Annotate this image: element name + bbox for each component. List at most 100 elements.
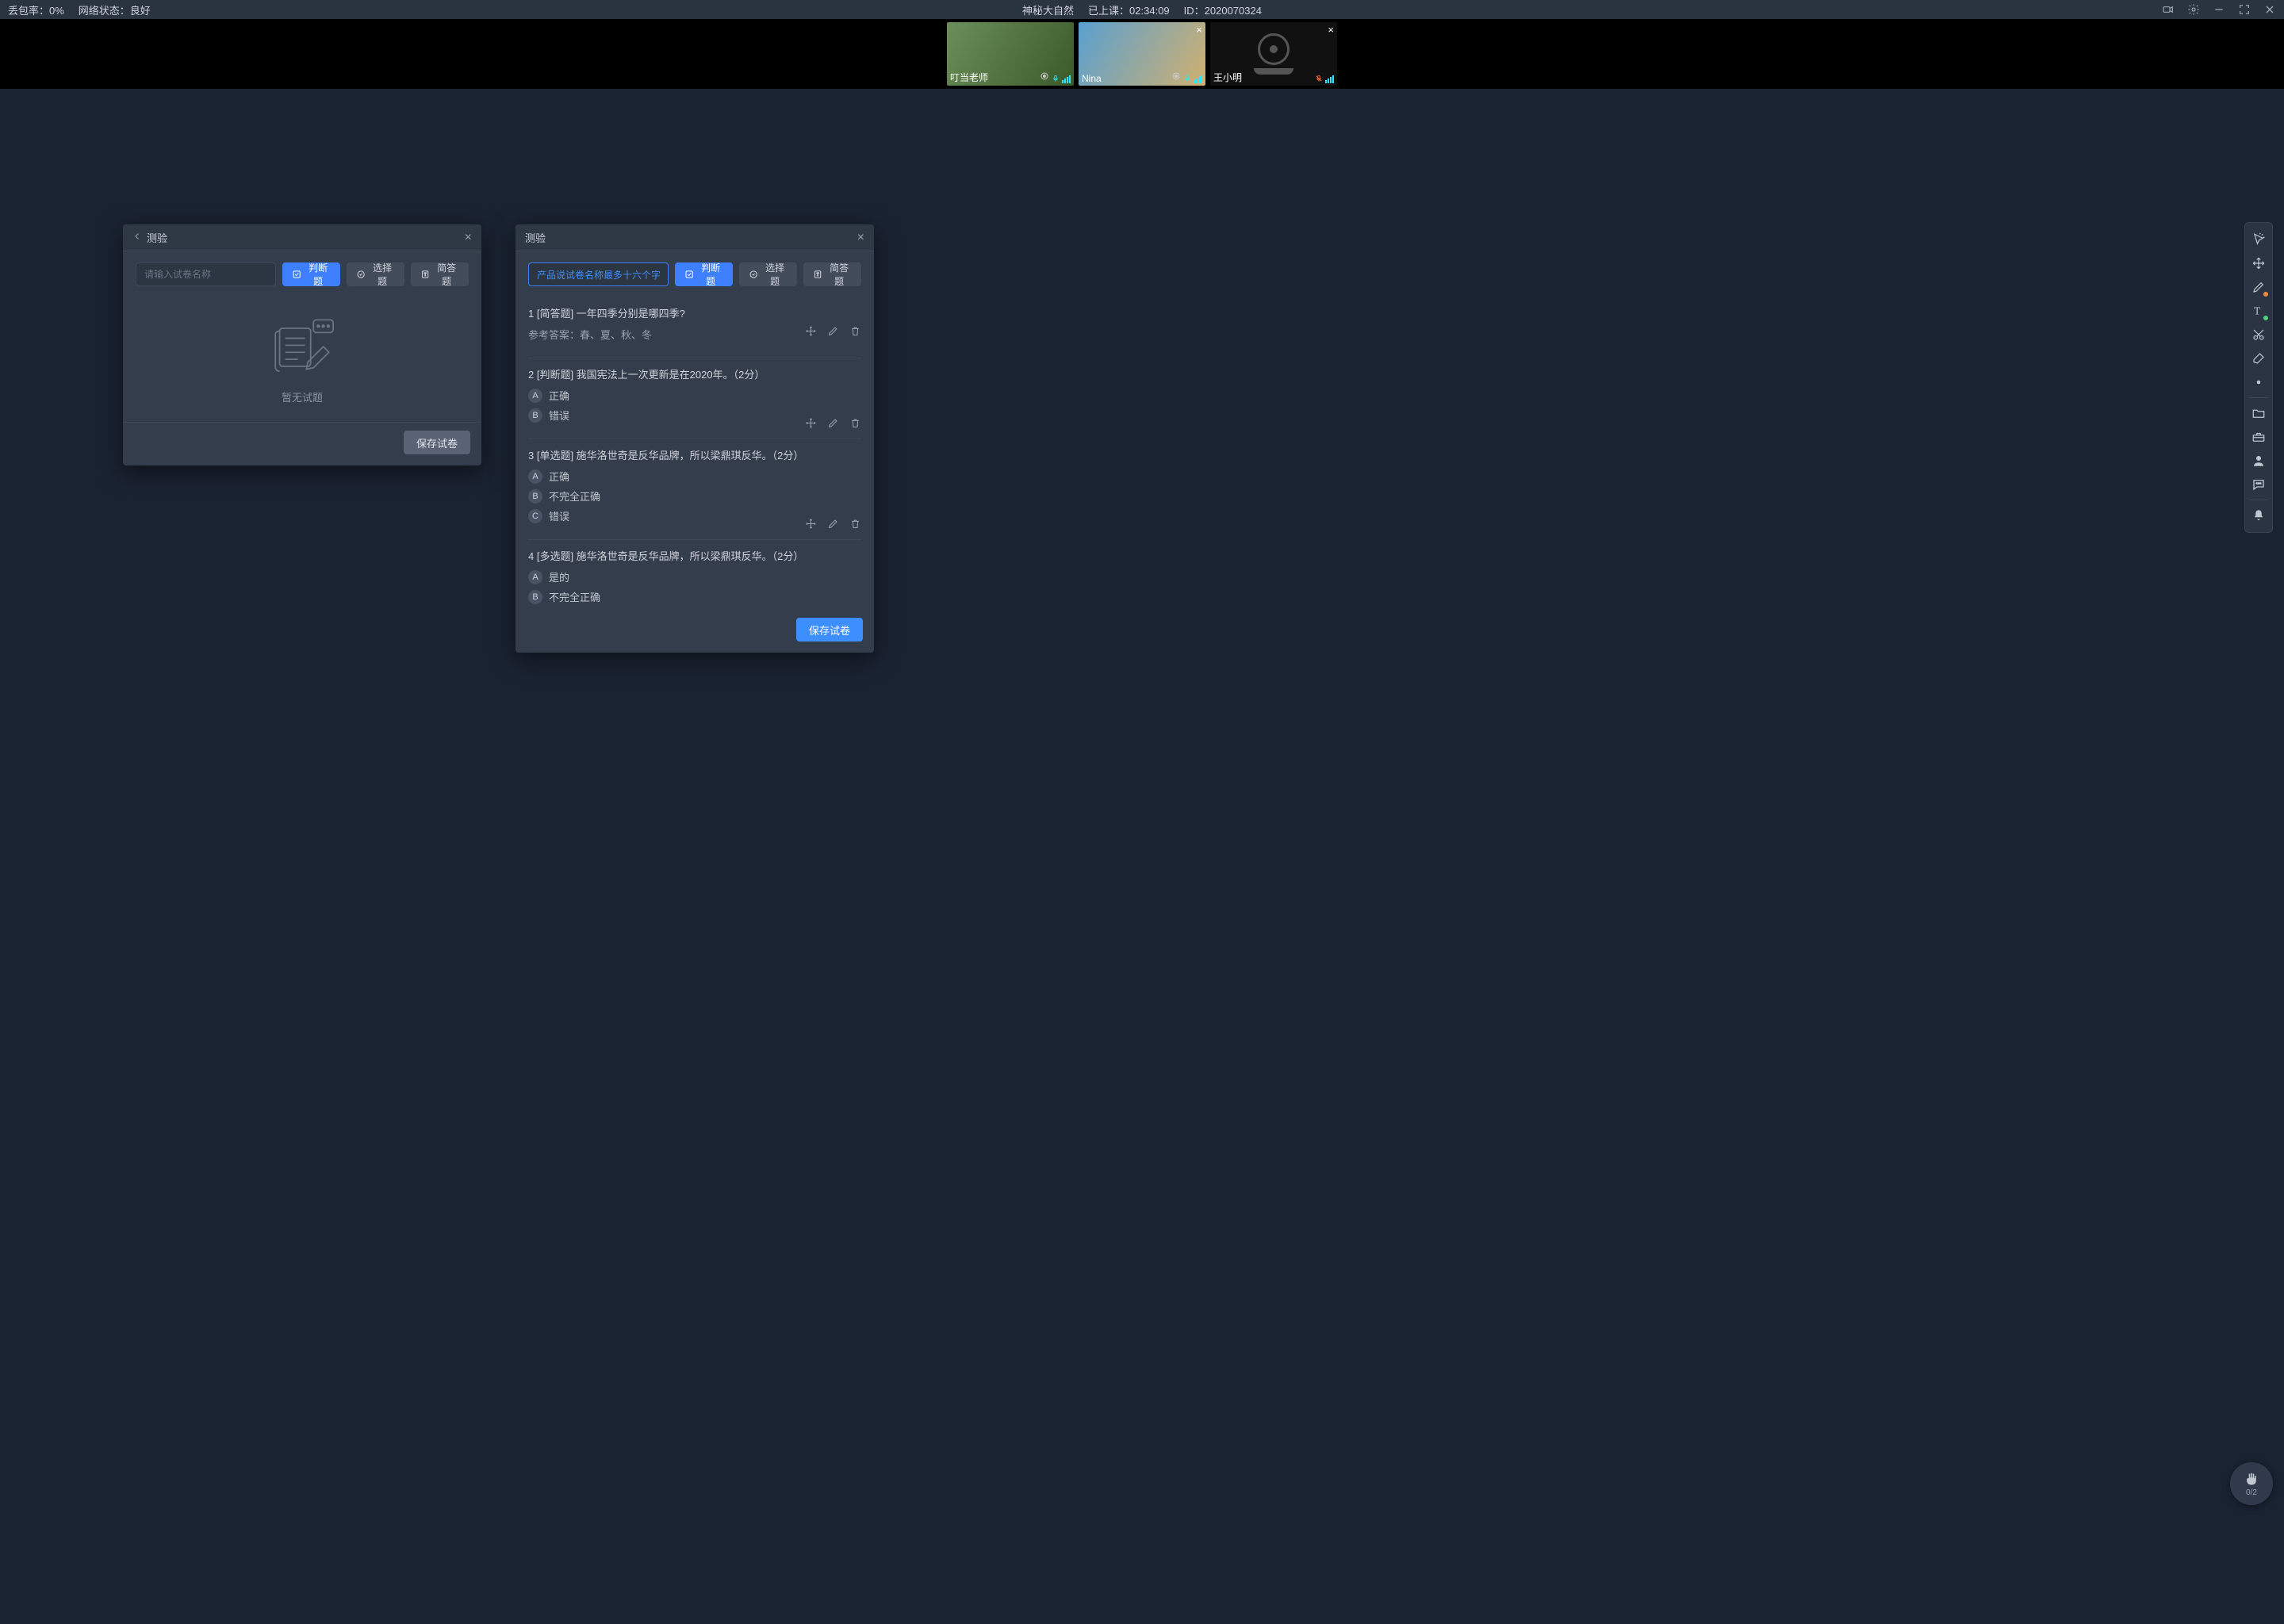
signal-icon: [1194, 75, 1202, 83]
add-choice-button[interactable]: 选择题: [347, 262, 404, 286]
text-tool-icon[interactable]: T: [2248, 300, 2270, 322]
option-text: 不完全正确: [549, 488, 600, 504]
participant-name: 叮当老师: [950, 71, 988, 84]
settings-icon[interactable]: [2187, 3, 2200, 16]
video-tile[interactable]: × Nina: [1079, 22, 1205, 86]
question-option[interactable]: A是的: [528, 569, 861, 584]
chat-icon[interactable]: [2248, 473, 2270, 496]
record-icon: [1040, 71, 1049, 83]
video-tiles-row: 叮当老师 × Nina × 王小明: [0, 19, 2284, 89]
question-option[interactable]: C错译: [528, 609, 861, 610]
hand-raise-button[interactable]: 0/2: [2230, 1462, 2273, 1505]
delete-icon[interactable]: [849, 324, 861, 337]
edit-icon[interactable]: [826, 416, 839, 429]
question-item: 3 [单选题] 施华洛世奇是反华品牌，所以梁鼎琪反华。（2分） A 正确 B 不完全正确…: [528, 439, 861, 540]
question-item: 1 [简答题] 一年四季分别是哪四季?参考答案：春、夏、秋、冬: [528, 297, 861, 358]
question-title: 2 [判断题] 我国宪法上一次更新是在2020年。（2分）: [528, 366, 861, 381]
move-icon[interactable]: [804, 416, 817, 429]
question-option[interactable]: B 不完全正确: [528, 589, 861, 604]
toolbox-icon[interactable]: [2248, 426, 2270, 448]
option-letter: C: [528, 610, 542, 611]
option-letter: A: [528, 389, 542, 403]
svg-text:T: T: [817, 273, 820, 278]
cut-tool-icon[interactable]: [2248, 324, 2270, 346]
move-tool-icon[interactable]: [2248, 252, 2270, 274]
question-title: 3 [单选题] 施华洛世奇是反华品牌，所以梁鼎琪反华。（2分）: [528, 447, 861, 462]
elapsed-time: 已上课：02:34:09: [1088, 2, 1170, 17]
course-title: 神秘大自然: [1022, 2, 1074, 17]
network-status-label: 网络状态：良好: [79, 2, 151, 17]
signal-icon: [1062, 75, 1071, 83]
option-text: 不完全正确: [549, 589, 600, 604]
folder-icon[interactable]: [2248, 402, 2270, 424]
question-option[interactable]: A 正确: [528, 469, 861, 484]
question-list: 1 [简答题] 一年四季分别是哪四季?参考答案：春、夏、秋、冬 2 [判断题] 我…: [515, 297, 874, 610]
quiz-panel-filled: 测验 × 判断题 选择题 T 简答题 1 [简答题] 一年四季分别是哪四季?参考…: [515, 224, 874, 653]
option-text: 正确: [549, 469, 569, 484]
question-actions: [804, 324, 861, 337]
question-option[interactable]: A 正确: [528, 388, 861, 403]
cursor-tool-icon[interactable]: [2248, 228, 2270, 251]
save-paper-button[interactable]: 保存试卷: [404, 431, 470, 454]
question-title: 1 [简答题] 一年四季分别是哪四季?: [528, 305, 861, 320]
panel-title: 测验: [147, 230, 167, 245]
move-icon[interactable]: [804, 517, 817, 530]
pen-tool-icon[interactable]: [2248, 276, 2270, 298]
svg-text:T: T: [2254, 305, 2261, 317]
minimize-icon[interactable]: [2213, 3, 2225, 16]
option-letter: B: [528, 489, 542, 504]
back-icon[interactable]: [132, 232, 142, 243]
close-icon[interactable]: ×: [1328, 24, 1334, 36]
participant-name: Nina: [1082, 73, 1102, 84]
option-text: 是的: [549, 569, 569, 584]
add-choice-button[interactable]: 选择题: [739, 262, 797, 286]
session-id: ID：2020070324: [1184, 2, 1262, 17]
fullscreen-icon[interactable]: [2238, 3, 2251, 16]
mic-icon: [1052, 74, 1060, 83]
edit-icon[interactable]: [826, 324, 839, 337]
eraser-tool-icon[interactable]: [2248, 347, 2270, 370]
save-paper-button[interactable]: 保存试卷: [796, 618, 863, 642]
add-short-answer-button[interactable]: T 简答题: [803, 262, 861, 286]
paper-name-input[interactable]: [528, 262, 669, 286]
option-text: 错误: [549, 508, 569, 523]
panel-title: 测验: [525, 230, 546, 245]
record-icon: [1171, 71, 1181, 83]
delete-icon[interactable]: [849, 416, 861, 429]
option-letter: B: [528, 590, 542, 604]
camera-toggle-icon[interactable]: [2162, 3, 2175, 16]
close-icon[interactable]: ×: [465, 231, 472, 245]
question-actions: [804, 517, 861, 530]
mic-icon: [1183, 74, 1191, 83]
participant-name: 王小明: [1213, 71, 1242, 84]
laser-dot-tool-icon[interactable]: [2248, 371, 2270, 393]
edit-icon[interactable]: [826, 517, 839, 530]
option-text: 正确: [549, 388, 569, 403]
bell-icon[interactable]: [2248, 504, 2270, 527]
status-icons: [1315, 74, 1334, 83]
question-actions: [804, 416, 861, 429]
question-item: 2 [判断题] 我国宪法上一次更新是在2020年。（2分）A正确B错误: [528, 358, 861, 439]
packet-loss-label: 丢包率：0%: [8, 2, 64, 17]
video-tile[interactable]: × 王小明: [1210, 22, 1337, 86]
question-option[interactable]: B 不完全正确: [528, 488, 861, 504]
close-icon[interactable]: ×: [857, 231, 864, 245]
close-icon[interactable]: ×: [1196, 24, 1202, 36]
user-icon[interactable]: [2248, 450, 2270, 472]
add-short-answer-button[interactable]: T 简答题: [411, 262, 469, 286]
signal-icon: [1325, 75, 1334, 83]
video-tile[interactable]: 叮当老师: [947, 22, 1074, 86]
delete-icon[interactable]: [849, 517, 861, 530]
hand-raise-count: 0/2: [2246, 1488, 2257, 1497]
add-judge-button[interactable]: 判断题: [282, 262, 340, 286]
empty-state-icon: [266, 316, 338, 381]
empty-state-text: 暂无试题: [282, 389, 323, 404]
add-judge-button[interactable]: 判断题: [675, 262, 733, 286]
top-bar: 丢包率：0% 网络状态：良好 神秘大自然 已上课：02:34:09 ID：202…: [0, 0, 2284, 19]
close-window-icon[interactable]: [2263, 3, 2276, 16]
option-letter: A: [528, 469, 542, 484]
move-icon[interactable]: [804, 324, 817, 337]
paper-name-input[interactable]: [136, 262, 276, 286]
status-icons: [1171, 71, 1202, 83]
question-item: 4 [多选题] 施华洛世奇是反华品牌，所以梁鼎琪反华。（2分）A是的B不完全正确…: [528, 540, 861, 610]
